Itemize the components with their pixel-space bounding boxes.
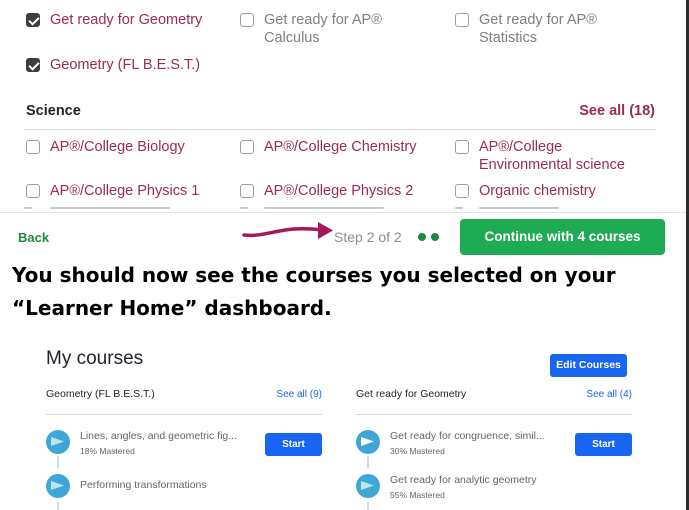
unit-connector bbox=[367, 502, 369, 510]
step-dot-icon bbox=[418, 233, 426, 241]
checkbox-ap-college-biology[interactable]: AP®/College Biology bbox=[26, 138, 185, 156]
checkbox-unchecked-icon[interactable] bbox=[240, 140, 254, 154]
unit-name[interactable]: Get ready for congruence, simil... bbox=[390, 430, 545, 442]
unit-geometry-icon bbox=[46, 430, 70, 454]
start-button[interactable]: Start bbox=[575, 433, 632, 456]
checkbox-label[interactable]: Geometry (FL B.E.S.T.) bbox=[50, 56, 200, 74]
unit-connector bbox=[57, 456, 59, 468]
checkbox-label[interactable]: AP®/College Chemistry bbox=[264, 138, 417, 156]
checkbox-unchecked-icon[interactable] bbox=[240, 13, 254, 27]
course-see-all-link[interactable]: See all (9) bbox=[276, 389, 322, 400]
checkbox-organic-chemistry[interactable]: Organic chemistry bbox=[455, 182, 596, 200]
checkbox-label[interactable]: Get ready for AP® Statistics bbox=[479, 11, 597, 47]
unit-analytic-geometry-icon bbox=[356, 474, 380, 498]
checkbox-label[interactable]: Organic chemistry bbox=[479, 182, 596, 200]
back-link[interactable]: Back bbox=[18, 230, 49, 245]
course-selection-panel: Get ready for Geometry Get ready for AP®… bbox=[0, 0, 689, 255]
course-see-all-link[interactable]: See all (4) bbox=[586, 389, 632, 400]
unit-name[interactable]: Get ready for analytic geometry bbox=[390, 474, 536, 486]
edit-courses-button[interactable]: Edit Courses bbox=[550, 354, 627, 377]
unit-row[interactable]: Performing transformations bbox=[46, 472, 322, 510]
checkbox-ap-college-physics-2[interactable]: AP®/College Physics 2 bbox=[240, 182, 413, 200]
checkbox-label[interactable]: AP®/College Biology bbox=[50, 138, 185, 156]
course-card-get-ready-geometry: Get ready for Geometry See all (4) Get r… bbox=[356, 388, 632, 510]
unit-name[interactable]: Performing transformations bbox=[80, 479, 207, 491]
card-divider bbox=[356, 414, 632, 415]
card-divider bbox=[46, 414, 322, 415]
unit-mastery: 55% Mastered bbox=[390, 490, 445, 500]
checkbox-checked-icon[interactable] bbox=[26, 13, 40, 27]
my-courses-title: My courses bbox=[46, 348, 144, 369]
checkbox-label[interactable]: AP®/College Physics 1 bbox=[50, 182, 199, 200]
science-section-heading: Science bbox=[26, 103, 81, 119]
unit-congruence-icon bbox=[356, 430, 380, 454]
checkbox-unchecked-icon[interactable] bbox=[455, 184, 469, 198]
checkbox-get-ready-geometry[interactable]: Get ready for Geometry bbox=[26, 11, 202, 29]
section-divider bbox=[24, 129, 656, 130]
unit-row[interactable]: Lines, angles, and geometric fig... 18% … bbox=[46, 428, 322, 468]
step-dot-icon bbox=[431, 233, 439, 241]
unit-row[interactable]: Get ready for analytic geometry 55% Mast… bbox=[356, 472, 632, 510]
unit-name[interactable]: Lines, angles, and geometric fig... bbox=[80, 430, 237, 442]
checkbox-get-ready-ap-calculus[interactable]: Get ready for AP® Calculus bbox=[240, 11, 382, 47]
course-card-title[interactable]: Geometry (FL B.E.S.T.) bbox=[46, 388, 155, 400]
checkbox-geometry-fl-best[interactable]: Geometry (FL B.E.S.T.) bbox=[26, 56, 200, 74]
continue-button[interactable]: Continue with 4 courses bbox=[460, 219, 665, 255]
step-indicator-text: Step 2 of 2 bbox=[334, 229, 402, 245]
checkbox-unchecked-icon[interactable] bbox=[240, 184, 254, 198]
checkbox-get-ready-ap-statistics[interactable]: Get ready for AP® Statistics bbox=[455, 11, 597, 47]
checkbox-unchecked-icon[interactable] bbox=[26, 184, 40, 198]
my-courses-panel: My courses Edit Courses Geometry (FL B.E… bbox=[30, 343, 656, 510]
checkbox-checked-icon[interactable] bbox=[26, 58, 40, 72]
checkbox-unchecked-icon[interactable] bbox=[26, 140, 40, 154]
checkbox-label[interactable]: Get ready for Geometry bbox=[50, 11, 202, 29]
checkbox-unchecked-icon[interactable] bbox=[455, 13, 469, 27]
course-card-geometry-fl-best: Geometry (FL B.E.S.T.) See all (9) Lines… bbox=[46, 388, 322, 510]
annotation-arrow-icon bbox=[242, 222, 333, 239]
instruction-caption: You should now see the courses you selec… bbox=[12, 263, 616, 320]
unit-connector bbox=[367, 456, 369, 468]
checkbox-label[interactable]: Get ready for AP® Calculus bbox=[264, 11, 382, 47]
checkbox-label[interactable]: AP®/College Environmental science bbox=[479, 138, 625, 174]
unit-transform-icon bbox=[46, 474, 70, 498]
checkbox-ap-college-chemistry[interactable]: AP®/College Chemistry bbox=[240, 138, 417, 156]
course-card-title[interactable]: Get ready for Geometry bbox=[356, 388, 466, 400]
unit-mastery: 18% Mastered bbox=[80, 446, 135, 456]
unit-connector bbox=[57, 502, 59, 510]
checkbox-ap-college-environmental-science[interactable]: AP®/College Environmental science bbox=[455, 138, 625, 174]
start-button[interactable]: Start bbox=[265, 433, 322, 456]
science-see-all-link[interactable]: See all (18) bbox=[579, 103, 655, 119]
unit-row[interactable]: Get ready for congruence, simil... 30% M… bbox=[356, 428, 632, 468]
checkbox-unchecked-icon[interactable] bbox=[455, 140, 469, 154]
unit-mastery: 30% Mastered bbox=[390, 446, 445, 456]
checkbox-ap-college-physics-1[interactable]: AP®/College Physics 1 bbox=[26, 182, 199, 200]
checkbox-label[interactable]: AP®/College Physics 2 bbox=[264, 182, 413, 200]
